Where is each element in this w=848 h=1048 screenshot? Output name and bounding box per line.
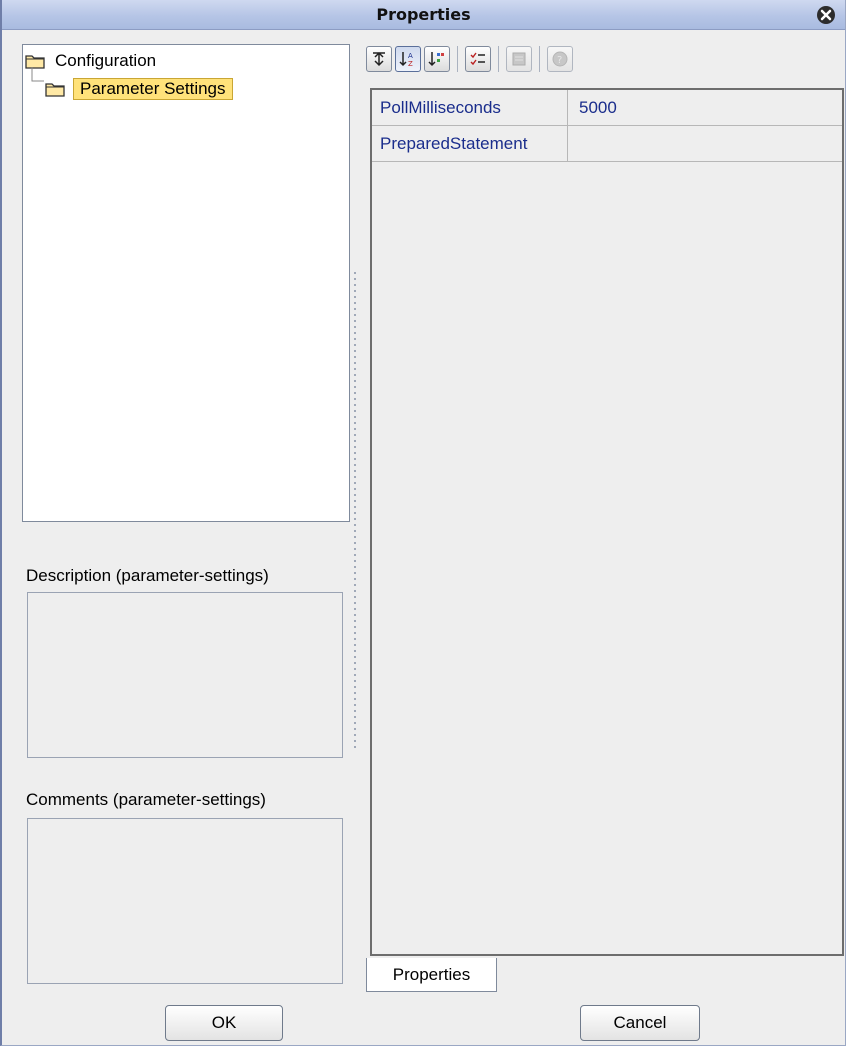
property-value[interactable] [579,126,842,161]
title-bar[interactable]: Properties [2,0,845,30]
property-pages-button[interactable] [506,46,532,72]
sort-alphabetical-button[interactable]: A Z [395,46,421,72]
svg-text:Z: Z [408,60,413,68]
checklist-button[interactable] [465,46,491,72]
checklist-icon [470,52,485,66]
sort-category-button[interactable] [424,46,450,72]
tab-properties[interactable]: Properties [366,958,497,992]
tree-item-label: Parameter Settings [73,78,233,100]
tree-item-parameter-settings[interactable]: Parameter Settings [45,77,233,101]
folder-icon [45,83,65,97]
property-name: PollMilliseconds [372,90,568,125]
close-button[interactable] [817,6,835,24]
ok-button[interactable]: OK [165,1005,283,1041]
property-name: PreparedStatement [372,126,568,161]
window-title: Properties [376,5,471,24]
close-icon [820,9,832,21]
property-value[interactable]: 5000 [579,90,842,125]
property-row[interactable]: PreparedStatement [372,126,842,162]
splitter-handle[interactable] [352,270,358,750]
configuration-tree[interactable]: Configuration Parameter Settings [22,44,350,522]
properties-toolbar: A Z ? [366,44,573,74]
property-row[interactable]: PollMilliseconds 5000 [372,90,842,126]
svg-text:?: ? [557,55,562,66]
description-label: Description (parameter-settings) [26,566,269,585]
toolbar-separator [539,46,540,72]
tree-item-label: Configuration [55,51,157,70]
toolbar-separator [457,46,458,72]
comments-label: Comments (parameter-settings) [26,790,266,809]
collapse-button[interactable] [366,46,392,72]
sort-alphabetical-icon: A Z [399,52,413,68]
description-textarea[interactable] [27,592,343,758]
cancel-button[interactable]: Cancel [580,1005,700,1041]
property-grid: PollMilliseconds 5000 PreparedStatement [370,88,844,956]
svg-text:A: A [408,52,413,60]
tree-connector [31,67,44,82]
help-button[interactable]: ? [547,46,573,72]
properties-dialog: Properties Configuration Parameter Setti… [0,0,846,1046]
sort-category-icon [428,52,444,67]
toolbar-separator [498,46,499,72]
comments-textarea[interactable] [27,818,343,984]
help-icon: ? [552,51,568,67]
collapse-icon [373,51,385,67]
property-pages-icon [512,52,526,66]
